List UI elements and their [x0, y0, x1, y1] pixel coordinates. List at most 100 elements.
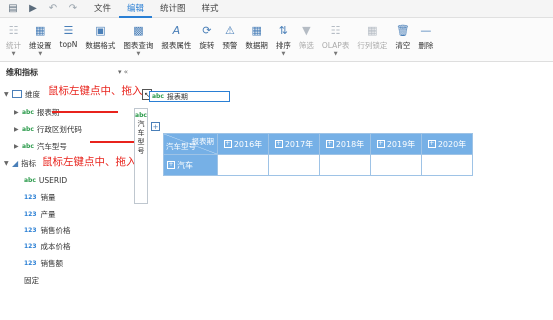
year-header[interactable]: +2018年 — [319, 133, 371, 155]
data-format-button[interactable]: ▣ 数据格式 — [81, 18, 119, 62]
text-field-icon: abc — [152, 93, 164, 100]
data-period-icon: ▦ — [251, 23, 262, 37]
sort-button[interactable]: ⇅ 排序 ▼ — [272, 18, 295, 62]
clear-icon: 🗑 — [395, 23, 410, 37]
tree-item-sales-volume[interactable]: 123 销量 — [24, 189, 56, 205]
arrow-line — [52, 111, 118, 113]
number-field-icon: 123 — [24, 226, 37, 234]
chevron-down-icon: ▼ — [136, 51, 141, 57]
year-header[interactable]: +2016年 — [217, 133, 269, 155]
tree-item-sale-price[interactable]: 123 销售价格 — [24, 222, 71, 238]
olap-table-button[interactable]: ☷ OLAP表 ▼ — [318, 18, 353, 62]
tree-item-output[interactable]: 123 产量 — [24, 206, 56, 222]
report-properties-icon: A — [172, 23, 181, 37]
tree-dimension-root[interactable]: ▼ 维度 — [4, 86, 40, 102]
table-cell[interactable] — [421, 154, 473, 176]
filter-button[interactable]: ▼ 筛选 — [295, 18, 318, 62]
chart-query-button[interactable]: ▩ 图表查询 ▼ — [119, 18, 157, 62]
text-field-icon: abc — [135, 112, 147, 119]
expand-icon: + — [274, 140, 283, 148]
year-header[interactable]: +2017年 — [268, 133, 320, 155]
ribbon-toolbar: ☷ 统计 ▼ ▦ 维设置 ▼ ☰ topN ▣ 数据格式 ▩ 图表查询 ▼ A … — [0, 18, 553, 62]
save-icon[interactable]: ▤ — [6, 2, 20, 16]
number-field-icon: 123 — [24, 242, 37, 250]
text-field-icon: abc — [24, 176, 36, 184]
dimension-settings-button[interactable]: ▦ 维设置 ▼ — [25, 18, 56, 62]
row-drop-zone[interactable]: abc 汽车型号 — [134, 108, 148, 204]
chevron-down-icon: ▼ — [38, 51, 43, 57]
tree-item-car-model[interactable]: ▶ abc 汽车型号 — [14, 138, 67, 154]
vertical-label-char: 号 — [137, 147, 145, 155]
delete-icon: — — [420, 23, 432, 37]
expand-icon[interactable]: + — [151, 122, 160, 131]
sort-icon: ⇅ — [278, 23, 289, 37]
play-icon[interactable]: ▶ — [26, 2, 40, 16]
year-header[interactable]: +2020年 — [421, 133, 473, 155]
row-column-lock-icon: ▦ — [367, 23, 378, 37]
table-cell[interactable] — [319, 154, 371, 176]
number-field-icon: 123 — [24, 259, 37, 267]
olap-table-icon: ☷ — [330, 23, 341, 37]
vertical-label: 汽车型号 — [138, 120, 145, 156]
year-header[interactable]: +2019年 — [370, 133, 422, 155]
chevron-down-icon: ▼ — [4, 90, 9, 98]
dimension-settings-icon: ▦ — [35, 23, 46, 37]
expand-icon: + — [376, 140, 385, 148]
drag-ghost: abc 报表期 — [149, 91, 230, 102]
number-field-icon: 123 — [24, 193, 37, 201]
topn-button[interactable]: ☰ topN — [56, 18, 82, 62]
menu-edit[interactable]: 编辑 — [119, 0, 153, 18]
tree-item-userid[interactable]: abc USERID — [24, 172, 67, 188]
text-field-icon: abc — [22, 142, 34, 150]
report-properties-button[interactable]: A 报表属性 — [157, 18, 195, 62]
tree-item-cost-price[interactable]: 123 成本价格 — [24, 238, 71, 254]
vertical-label-char: 型 — [137, 138, 145, 146]
menu-file[interactable]: 文件 — [86, 0, 119, 18]
chevron-down-icon: ▼ — [281, 51, 286, 57]
expand-icon: + — [325, 140, 334, 148]
menu-chart[interactable]: 统计图 — [152, 0, 194, 18]
delete-button[interactable]: — 删除 — [414, 18, 437, 62]
annotation-drag-top: 鼠标左键点中、拖入 — [48, 85, 143, 97]
expand-icon: + — [167, 161, 175, 169]
table-cell[interactable] — [268, 154, 320, 176]
menu-style[interactable]: 样式 — [194, 0, 227, 18]
tree-measure-root[interactable]: ▼ ◢ 指标 — [4, 155, 36, 171]
statistics-icon: ☷ — [8, 23, 19, 37]
annotation-drag-bottom: 鼠标左键点中、拖入 — [42, 156, 137, 168]
menu-bar: ▤ ▶ ↶ ↷ 文件 编辑 统计图 样式 — [0, 0, 553, 18]
tree-item-region-code[interactable]: ▶ abc 行政区划代码 — [14, 121, 82, 137]
row-header-car[interactable]: + 汽车 — [163, 154, 218, 176]
vertical-label-char: 汽 — [137, 120, 145, 128]
chevron-right-icon: ▶ — [14, 108, 19, 116]
data-format-icon: ▣ — [95, 23, 106, 37]
expand-icon: + — [427, 140, 436, 148]
chart-query-icon: ▩ — [133, 23, 144, 37]
table-cell[interactable] — [370, 154, 422, 176]
table-cell[interactable] — [217, 154, 269, 176]
text-field-icon: abc — [22, 125, 34, 133]
tree-item-sales-amount[interactable]: 123 销售额 — [24, 255, 63, 271]
tree-item-fixed[interactable]: 固定 — [24, 272, 39, 288]
undo-icon[interactable]: ↶ — [46, 2, 60, 16]
pivot-table: 报表期 汽车型号 +2016年 +2017年 +2018年 +2019年 +20… — [163, 133, 473, 176]
chevron-right-icon: ▶ — [14, 142, 19, 150]
vertical-label-char: 车 — [137, 129, 145, 137]
chevron-right-icon: ▶ — [14, 125, 19, 133]
rotate-icon: ⟳ — [202, 23, 212, 37]
panel-title: 维和指标 — [6, 67, 38, 77]
panel-header: 维和指标 ▾ « — [0, 64, 134, 80]
chevron-down-icon: ▼ — [11, 51, 16, 57]
measure-icon: ◢ — [12, 158, 19, 168]
rotate-button[interactable]: ⟳ 旋转 — [195, 18, 218, 62]
row-column-lock-button[interactable]: ▦ 行列锁定 — [353, 18, 391, 62]
panel-collapse-icon[interactable]: ▾ « — [118, 68, 128, 76]
pivot-corner: 报表期 汽车型号 — [163, 133, 218, 155]
redo-icon[interactable]: ↷ — [66, 2, 80, 16]
data-period-button[interactable]: ▦ 数据期 — [241, 18, 272, 62]
statistics-button[interactable]: ☷ 统计 ▼ — [2, 18, 25, 62]
clear-button[interactable]: 🗑 清空 — [391, 18, 414, 62]
filter-icon: ▼ — [302, 23, 311, 37]
number-field-icon: 123 — [24, 210, 37, 218]
warning-button[interactable]: ⚠ 预警 — [218, 18, 241, 62]
